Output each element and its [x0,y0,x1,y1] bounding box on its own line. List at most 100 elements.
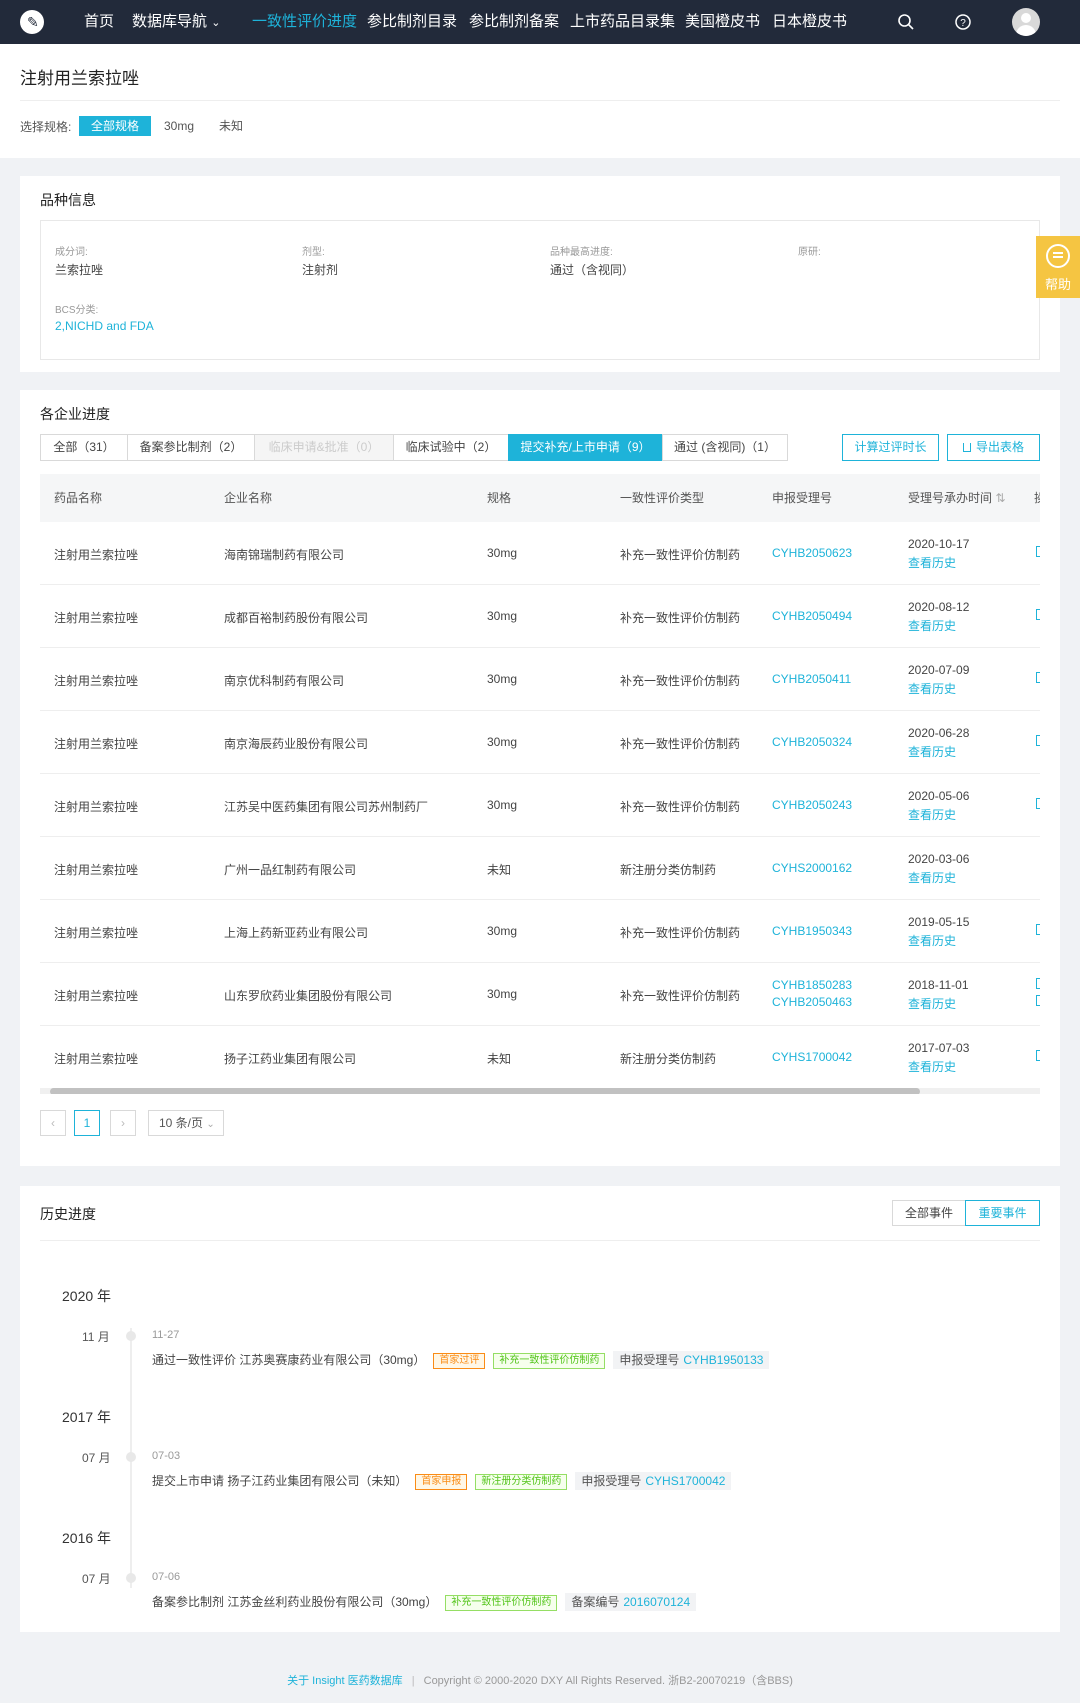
view-history-link[interactable]: 查看历史 [908,617,956,634]
tab-passed[interactable]: 通过 (含视同)（1） [662,434,788,461]
document-icon[interactable] [1036,735,1040,746]
page-1-button[interactable]: 1 [74,1110,100,1136]
event-reg-value[interactable]: CYHS1700042 [645,1474,725,1488]
spec-all[interactable]: 全部规格 [79,116,152,136]
view-history-link[interactable]: 查看历史 [908,743,956,760]
horizontal-scrollbar[interactable] [40,1088,1040,1094]
tab-supplementary-application[interactable]: 提交补充/上市申请（9） [508,434,663,461]
cell-spec: 30mg [487,735,518,749]
timeline-date: 11-27 [152,1329,180,1341]
cell-reg-no[interactable]: CYHB1950343 [772,924,852,938]
max-progress-label: 品种最高进度: [550,247,613,258]
tab-clinical-trial[interactable]: 临床试验中（2） [393,434,509,461]
logo[interactable]: ✎ [20,10,44,34]
cell-reg-no[interactable]: CYHS1700042 [772,1050,852,1064]
nav-reference-filing[interactable]: 参比制剂备案 [469,0,559,44]
question-icon[interactable]: ? [954,13,972,31]
filter-all-events[interactable]: 全部事件 [892,1200,966,1226]
history-card: 历史进度 全部事件 重要事件 2020 年 11 月 11-27 通过一致性评价 江苏… [20,1186,1060,1632]
cell-type: 新注册分类仿制药 [620,863,717,877]
event-reg-label: 申报受理号 [619,1353,680,1367]
cell-reg-no[interactable]: CYHB2050494 [772,609,852,623]
next-page-button[interactable]: › [110,1110,136,1136]
view-history-link[interactable]: 查看历史 [908,932,956,949]
timeline-year: 2017 年 [62,1409,112,1425]
cell-reg-no[interactable]: CYHB2050411 [772,672,851,686]
cell-type: 补充一致性评价仿制药 [620,548,741,562]
max-progress-value: 通过（含视同） [550,263,635,277]
filter-key-events[interactable]: 重要事件 [965,1200,1040,1226]
table-row: 注射用兰索拉唑 上海上药新亚药业有限公司 30mg 补充一致性评价仿制药 CYHB195… [40,900,1040,963]
view-history-link[interactable]: 查看历史 [908,680,956,697]
cell-date: 2020-03-06 [908,852,970,866]
nav-home[interactable]: 首页 [84,0,114,44]
title-section: 注射用兰索拉唑 选择规格: 全部规格 30mg 未知 [0,44,1080,158]
document-icon[interactable] [1036,546,1040,557]
timeline-year: 2016 年 [62,1530,112,1546]
calc-duration-button[interactable]: 计算过评时长 [842,434,939,461]
nav-us-orange-book[interactable]: 美国橙皮书 [685,0,760,44]
avatar[interactable] [1012,8,1040,36]
cell-spec: 30mg [487,609,518,623]
col-op: 操 [1034,474,1040,522]
ingredient-label: 成分词: [55,247,88,258]
view-history-link[interactable]: 查看历史 [908,869,956,886]
document-icon[interactable] [1036,924,1040,935]
event-reg-label: 备案编号 [571,1595,620,1609]
cell-reg-no[interactable]: CYHB2050623 [772,546,852,560]
tab-all[interactable]: 全部（31） [40,434,128,461]
scroll-thumb[interactable] [50,1088,920,1094]
document-icon[interactable] [1036,978,1040,989]
cell-reg-no[interactable]: CYHB1850283 [772,978,852,992]
originator-label: 原研: [798,247,821,258]
table-row: 注射用兰索拉唑 广州一品红制药有限公司 未知 新注册分类仿制药 CYHS2000162 2… [40,837,1040,900]
tab-clinical-application[interactable]: 临床申请&批准（0） [254,434,394,461]
event-tag: 补充一致性评价仿制药 [493,1352,606,1369]
event-reg-value[interactable]: 2016070124 [623,1595,690,1609]
divider [20,100,1060,101]
nav-database[interactable]: 数据库导航 ⌄ [132,0,220,44]
page-size-select[interactable]: 10 条/页 ⌄ [148,1110,224,1136]
view-history-link[interactable]: 查看历史 [908,995,956,1012]
event-reg: 申报受理号 CYHS1700042 [575,1472,732,1490]
cell-spec: 未知 [487,863,512,877]
col-reg-no: 申报受理号 [772,491,833,505]
document-icon[interactable] [1036,995,1040,1006]
cell-company: 山东罗欣药业集团股份有限公司 [224,989,393,1003]
document-icon[interactable] [1036,672,1040,683]
document-icon[interactable] [1036,1050,1040,1061]
cell-reg-no[interactable]: CYHB2050243 [772,798,852,812]
view-history-link[interactable]: 查看历史 [908,806,956,823]
cell-spec: 30mg [487,987,518,1001]
help-button[interactable]: 帮助 [1036,236,1080,298]
cell-reg-no[interactable]: CYHB2050463 [772,995,852,1009]
timeline-dot [126,1573,136,1583]
document-icon[interactable] [1036,609,1040,620]
document-icon[interactable] [1036,798,1040,809]
nav-listed-drugs[interactable]: 上市药品目录集 [570,0,675,44]
nav-jp-orange-book[interactable]: 日本橙皮书 [772,0,847,44]
export-button[interactable]: 导出表格 [947,434,1040,461]
cell-date: 2020-10-17 [908,537,970,551]
footer-about-link[interactable]: 关于 Insight 医药数据库 [287,1675,403,1687]
chevron-down-icon: ⌄ [211,17,221,29]
spec-30mg[interactable]: 30mg [152,116,206,136]
spec-unknown[interactable]: 未知 [207,116,255,136]
col-company: 企业名称 [224,491,273,505]
nav-reference-catalog[interactable]: 参比制剂目录 [367,0,457,44]
search-icon[interactable] [897,13,915,31]
nav-consistency-progress[interactable]: 一致性评价进度 [252,0,357,44]
chevron-down-icon: ⌄ [206,1119,215,1130]
view-history-link[interactable]: 查看历史 [908,554,956,571]
prev-page-button[interactable]: ‹ [40,1110,66,1136]
cell-company: 南京海辰药业股份有限公司 [224,737,369,751]
col-date[interactable]: 受理号承办时间 ⇅ [908,474,1005,522]
bcs-value[interactable]: 2,NICHD and FDA [55,319,154,333]
export-button-label: 导出表格 [975,440,1024,454]
cell-reg-no[interactable]: CYHS2000162 [772,861,852,875]
tab-reference-filing[interactable]: 备案参比制剂（2） [127,434,255,461]
col-drug: 药品名称 [54,491,103,505]
view-history-link[interactable]: 查看历史 [908,1058,956,1075]
event-reg-value[interactable]: CYHB1950133 [683,1353,763,1367]
cell-reg-no[interactable]: CYHB2050324 [772,735,852,749]
